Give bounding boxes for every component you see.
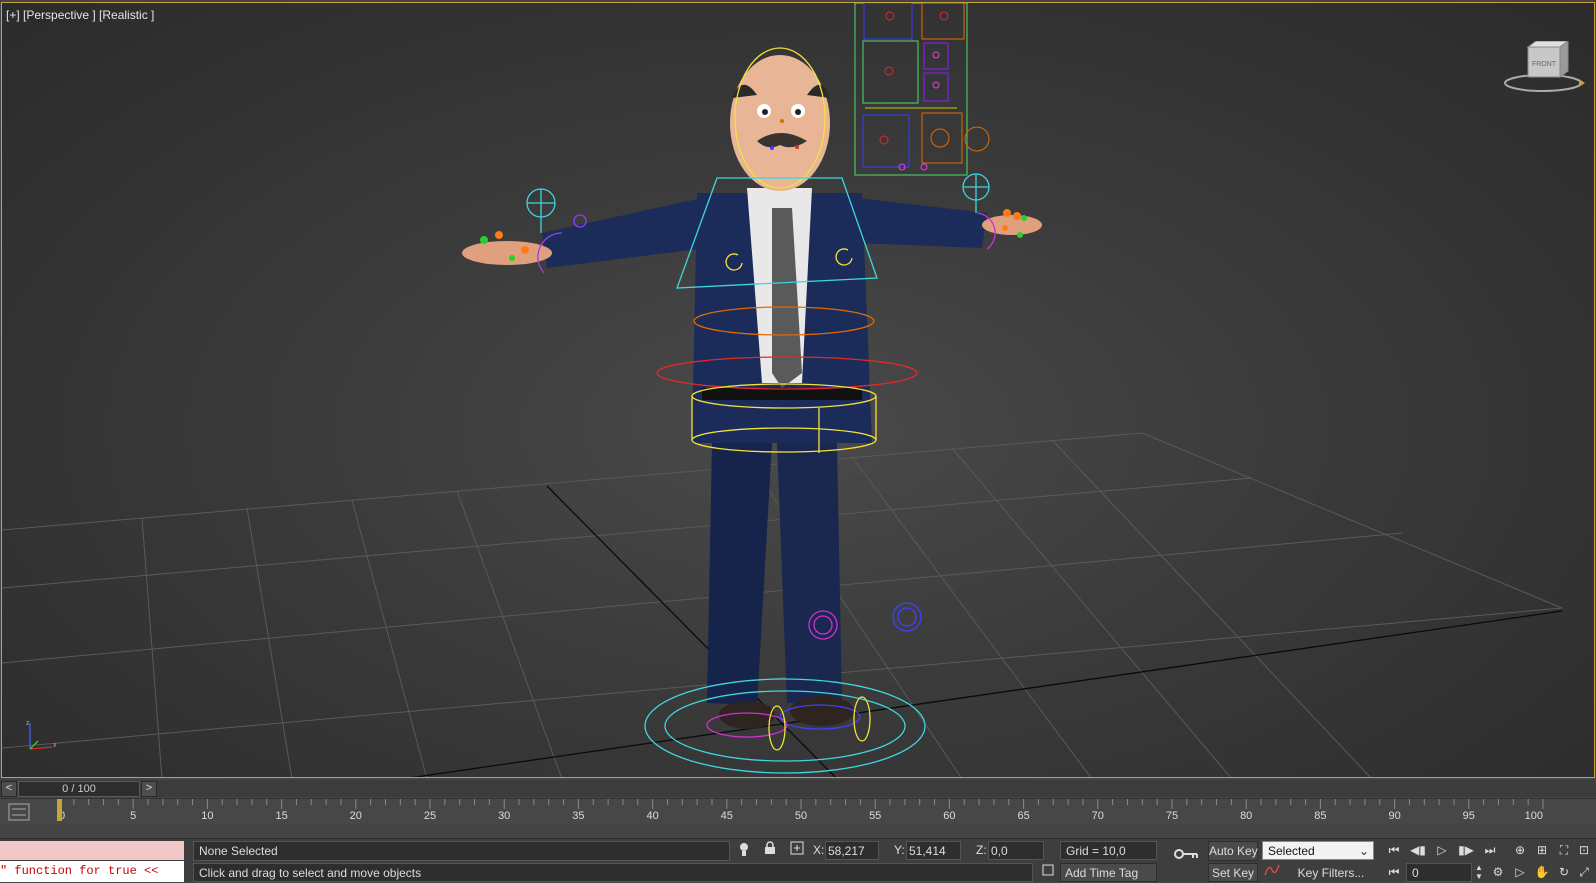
zoom-all-icon[interactable]: ⊞ bbox=[1532, 841, 1552, 859]
status-bar: " function for true << None Selected Cli… bbox=[0, 838, 1596, 882]
frame-label: 90 bbox=[1388, 810, 1400, 822]
frame-label: 70 bbox=[1092, 810, 1104, 822]
set-key-button[interactable]: Set Key bbox=[1208, 863, 1258, 882]
frame-label: 60 bbox=[943, 810, 955, 822]
frame-spinner-icon[interactable]: ▲ ▼ bbox=[1474, 863, 1484, 881]
zoom-icon[interactable]: ⊕ bbox=[1510, 841, 1530, 859]
trackbar[interactable]: 0 5 10 15 20 25 30 35 40 45 50 55 60 65 70 75 80 85 90 95 10… bbox=[0, 798, 1596, 825]
play-icon[interactable]: ▷ bbox=[1432, 841, 1452, 859]
curve-icon[interactable] bbox=[1262, 863, 1282, 881]
frame-label: 50 bbox=[795, 810, 807, 822]
frame-label: 85 bbox=[1314, 810, 1326, 822]
selection-status: None Selected bbox=[193, 841, 730, 861]
frame-label: 45 bbox=[721, 810, 733, 822]
time-tag-icon[interactable] bbox=[1038, 863, 1058, 881]
go-to-end-icon[interactable]: ⏭ bbox=[1480, 841, 1500, 859]
absolute-mode-icon[interactable] bbox=[787, 841, 807, 859]
isolate-selection-icon[interactable] bbox=[734, 841, 754, 859]
maxscript-listener[interactable]: " function for true << bbox=[0, 839, 184, 882]
chevron-down-icon: ⌄ bbox=[1358, 844, 1369, 858]
z-coordinate-field[interactable]: 0,0 bbox=[988, 841, 1044, 860]
z-label: Z: bbox=[976, 843, 987, 857]
next-frame-button[interactable]: > bbox=[141, 781, 157, 797]
svg-text:x: x bbox=[53, 742, 57, 749]
character-model bbox=[462, 55, 1042, 729]
viewport-label[interactable]: [+] [Perspective ] [Realistic ] bbox=[6, 8, 154, 22]
frame-label: 30 bbox=[498, 810, 510, 822]
selection-set-dropdown[interactable]: Selected ⌄ bbox=[1262, 841, 1374, 860]
next-key-icon[interactable]: ▮▶ bbox=[1456, 841, 1476, 859]
time-config-icon[interactable]: ⚙ bbox=[1488, 863, 1508, 881]
face-control-panel bbox=[854, 3, 990, 176]
current-frame-field[interactable]: 0 bbox=[1406, 863, 1472, 882]
add-time-tag-button[interactable]: Add Time Tag bbox=[1060, 863, 1157, 882]
frame-label: 40 bbox=[646, 810, 658, 822]
zoom-extents-all-icon[interactable]: ⊡ bbox=[1574, 841, 1594, 859]
maximize-viewport-icon[interactable]: ⤢ bbox=[1574, 863, 1594, 881]
curve-editor-icon[interactable] bbox=[8, 803, 30, 821]
previous-key-icon[interactable]: ◀▮ bbox=[1408, 841, 1428, 859]
frame-label: 20 bbox=[350, 810, 362, 822]
auto-key-button[interactable]: Auto Key bbox=[1208, 841, 1258, 861]
lock-icon[interactable] bbox=[760, 841, 780, 859]
frame-label: 15 bbox=[275, 810, 287, 822]
x-label: X: bbox=[813, 843, 825, 857]
frame-ruler[interactable]: 0 5 10 15 20 25 30 35 40 45 50 55 60 65 70 75 80 85 90 95 10… bbox=[56, 799, 1546, 825]
current-frame-marker[interactable] bbox=[57, 799, 62, 821]
viewcube-icon[interactable]: FRONT bbox=[1501, 41, 1586, 101]
frame-label: 10 bbox=[201, 810, 213, 822]
frame-label: 100 bbox=[1525, 810, 1543, 822]
key-icon[interactable] bbox=[1172, 847, 1200, 865]
scene-render[interactable] bbox=[2, 3, 1595, 778]
orbit-icon[interactable]: ↻ bbox=[1554, 863, 1574, 881]
frame-label: 25 bbox=[424, 810, 436, 822]
maxscript-output: " function for true << bbox=[0, 861, 184, 882]
field-of-view-icon[interactable]: ▷ bbox=[1510, 863, 1530, 881]
key-filters-button[interactable]: Key Filters... bbox=[1286, 863, 1376, 882]
frame-label: 35 bbox=[572, 810, 584, 822]
key-mode-icon[interactable]: ⏮ bbox=[1384, 863, 1404, 881]
frame-label: 65 bbox=[1017, 810, 1029, 822]
go-to-start-icon[interactable]: ⏮ bbox=[1384, 841, 1404, 859]
perspective-viewport[interactable]: [+] [Perspective ] [Realistic ] FRONT z … bbox=[1, 2, 1595, 778]
frame-label: 80 bbox=[1240, 810, 1252, 822]
frame-label: 75 bbox=[1166, 810, 1178, 822]
prompt-line: Click and drag to select and move object… bbox=[193, 863, 1033, 882]
x-coordinate-field[interactable]: 58,217 bbox=[825, 841, 879, 860]
svg-text:z: z bbox=[26, 720, 30, 727]
zoom-extents-icon[interactable]: ⛶ bbox=[1554, 841, 1574, 859]
selection-set-value: Selected bbox=[1268, 844, 1315, 858]
pan-icon[interactable]: ✋ bbox=[1532, 863, 1552, 881]
frame-label: 55 bbox=[869, 810, 881, 822]
viewcube-face-label: FRONT bbox=[1532, 61, 1557, 68]
y-coordinate-field[interactable]: 51,414 bbox=[906, 841, 961, 860]
frame-label: 5 bbox=[130, 810, 136, 822]
y-label: Y: bbox=[894, 843, 905, 857]
frame-label: 95 bbox=[1463, 810, 1475, 822]
time-slider-bar: < 0 / 100 > bbox=[0, 780, 1596, 797]
prev-frame-button[interactable]: < bbox=[1, 781, 17, 797]
maxscript-input[interactable] bbox=[0, 841, 184, 860]
grid-size: Grid = 10,0 bbox=[1060, 841, 1157, 860]
time-slider[interactable]: 0 / 100 bbox=[18, 781, 140, 797]
axis-tripod-icon: z x bbox=[26, 720, 57, 750]
